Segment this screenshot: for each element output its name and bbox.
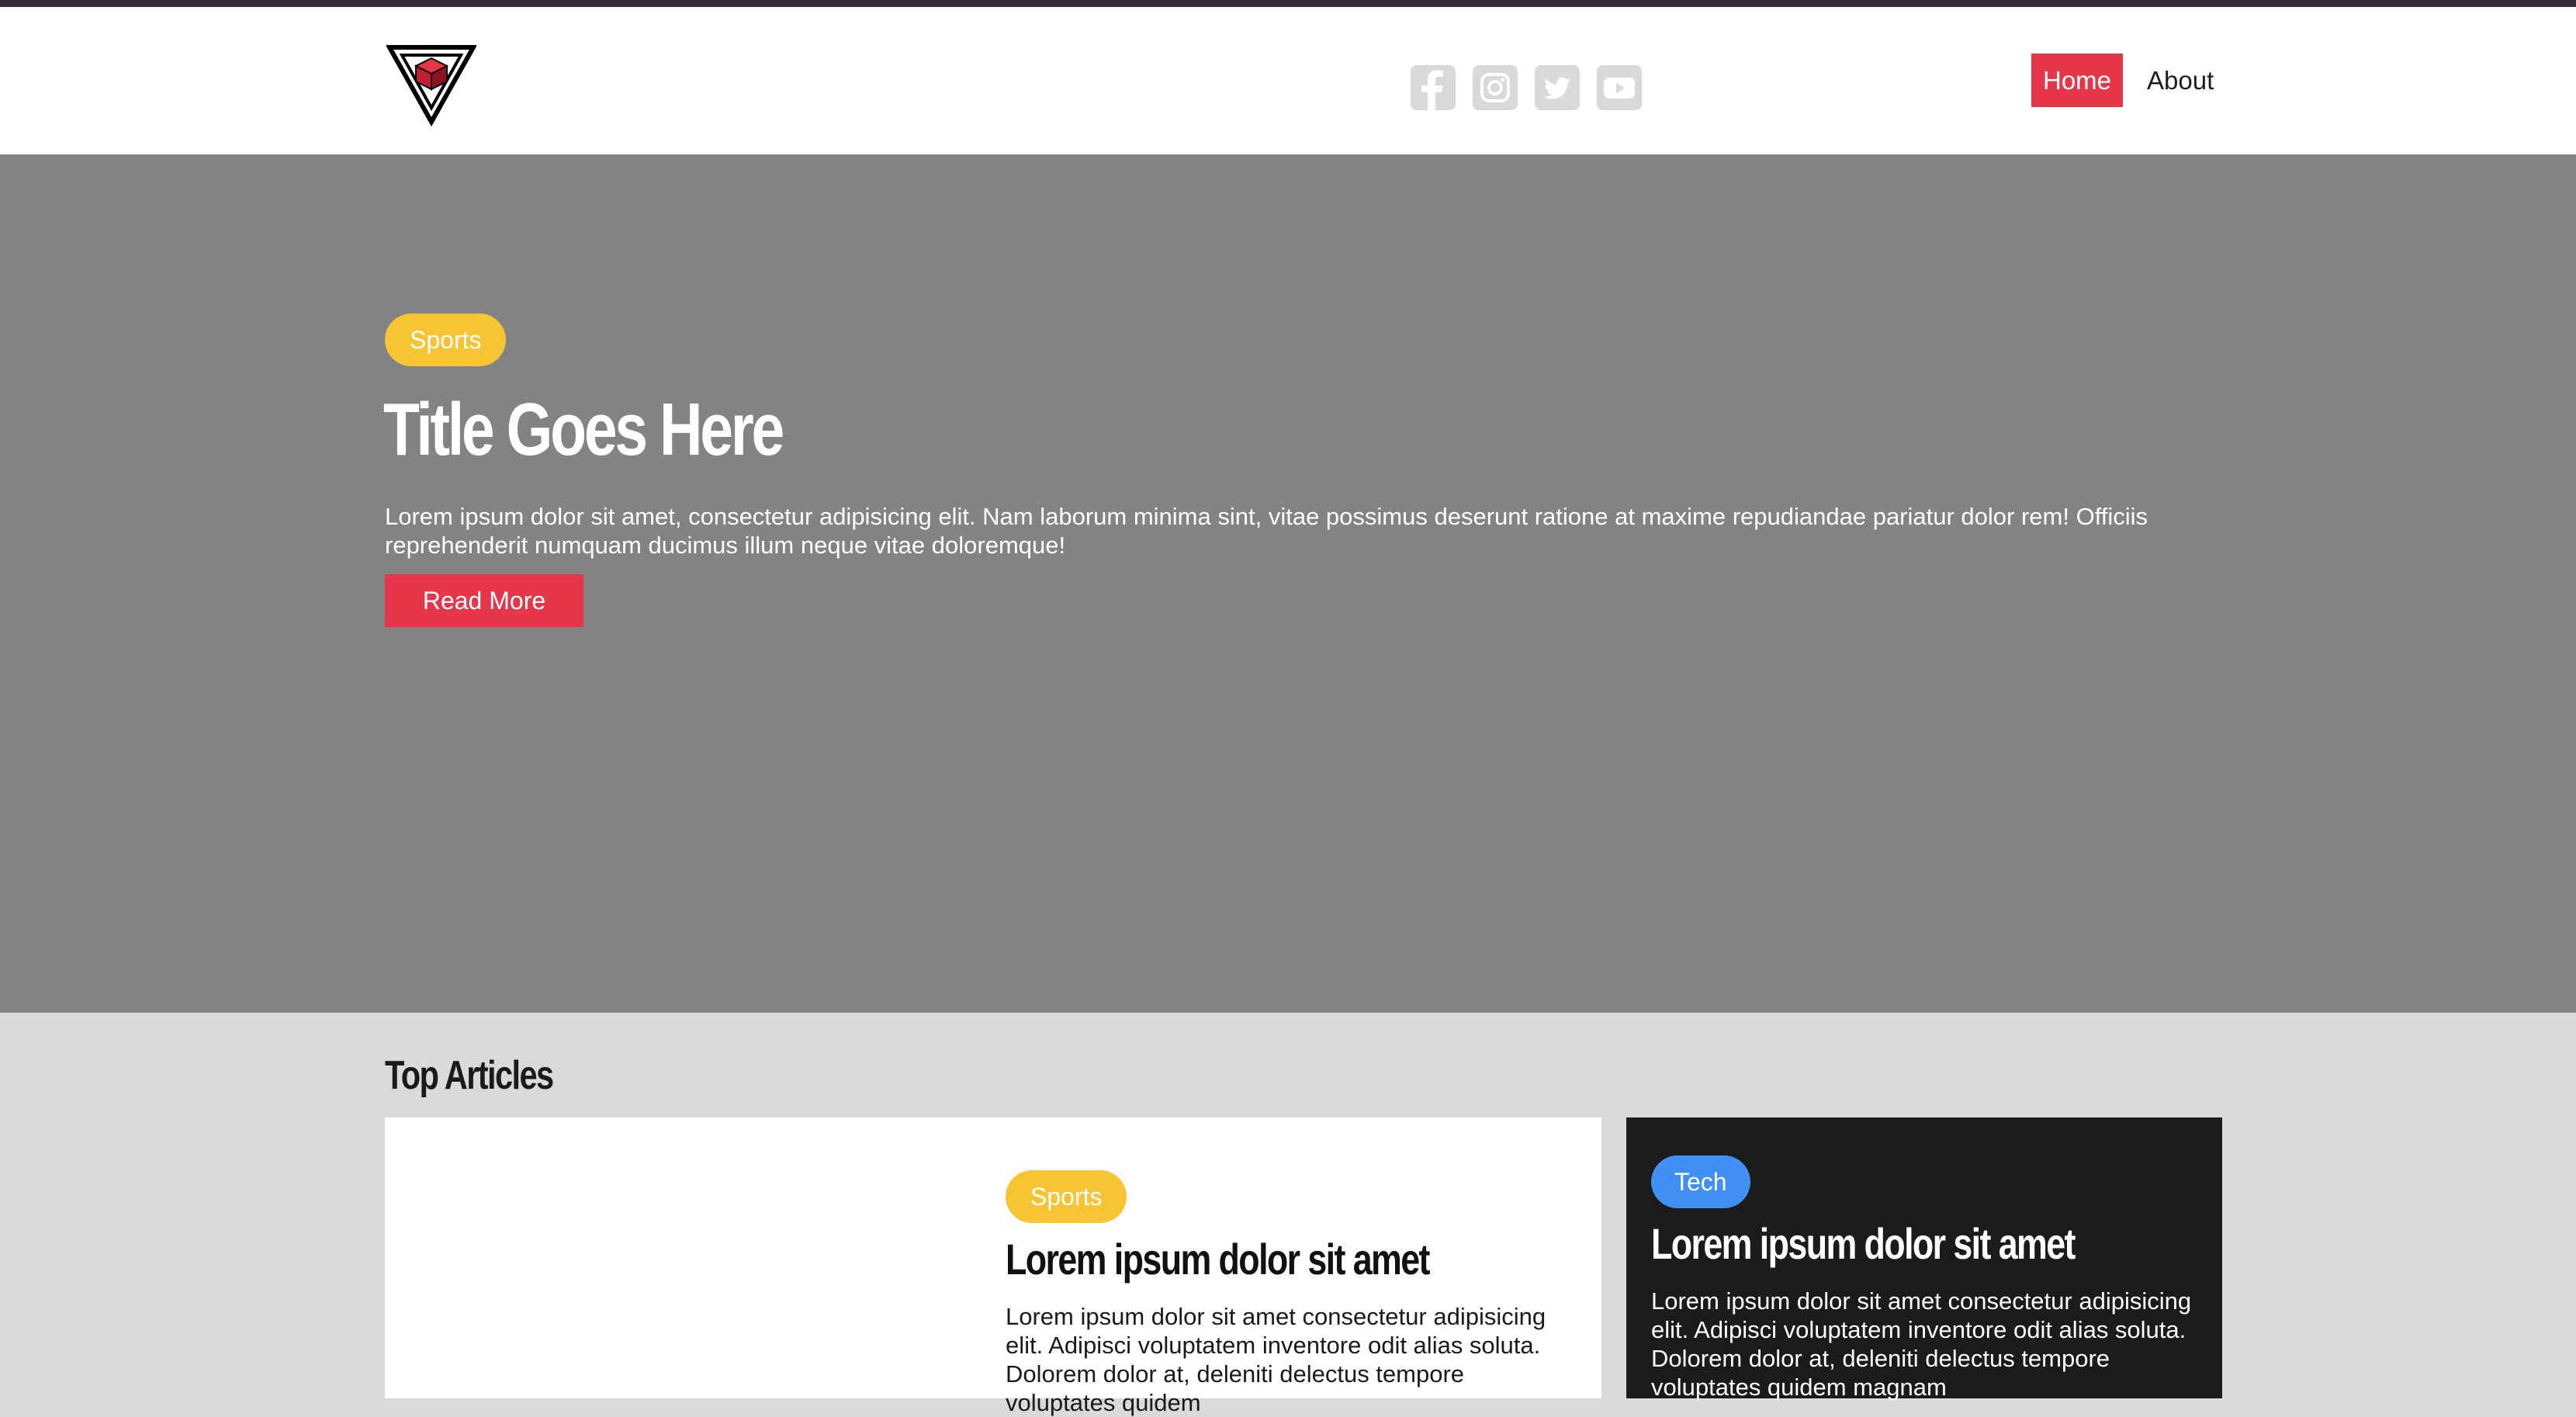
- featured-article-card[interactable]: Sports Lorem ipsum dolor sit amet Lorem …: [385, 1117, 1601, 1416]
- hero-category-badge[interactable]: Sports: [385, 314, 507, 366]
- social-links: [1411, 65, 1642, 110]
- nav-about-link[interactable]: About: [2135, 54, 2225, 107]
- instagram-icon[interactable]: [1473, 65, 1518, 110]
- article-title[interactable]: Lorem ipsum dolor sit amet: [1651, 1218, 2076, 1269]
- twitter-icon[interactable]: [1535, 65, 1580, 110]
- article-excerpt: Lorem ipsum dolor sit amet consectetur a…: [1006, 1303, 1546, 1416]
- hero-description: Lorem ipsum dolor sit amet, consectetur …: [385, 503, 2148, 559]
- main-nav: Home About: [2031, 54, 2225, 107]
- hero-banner: Sports Title Goes Here Lorem ipsum dolor…: [0, 154, 2576, 1013]
- nav-home-link[interactable]: Home: [2031, 54, 2124, 107]
- site-header: Home About: [0, 7, 2576, 154]
- article-excerpt: Lorem ipsum dolor sit amet consectetur a…: [1651, 1287, 2192, 1401]
- hero-title: Title Goes Here: [383, 388, 784, 471]
- top-articles-heading: Top Articles: [385, 1053, 554, 1098]
- article-category-badge[interactable]: Sports: [1006, 1170, 1127, 1223]
- triangle-cube-logo-icon[interactable]: [385, 44, 478, 127]
- article-title[interactable]: Lorem ipsum dolor sit amet: [1006, 1234, 1430, 1284]
- facebook-icon[interactable]: [1411, 65, 1456, 110]
- read-more-button[interactable]: Read More: [385, 574, 583, 627]
- top-accent-bar: [0, 0, 2576, 7]
- article-category-badge[interactable]: Tech: [1651, 1155, 1750, 1208]
- side-article-card[interactable]: Tech Lorem ipsum dolor sit amet Lorem ip…: [1626, 1117, 2222, 1401]
- youtube-icon[interactable]: [1597, 65, 1642, 110]
